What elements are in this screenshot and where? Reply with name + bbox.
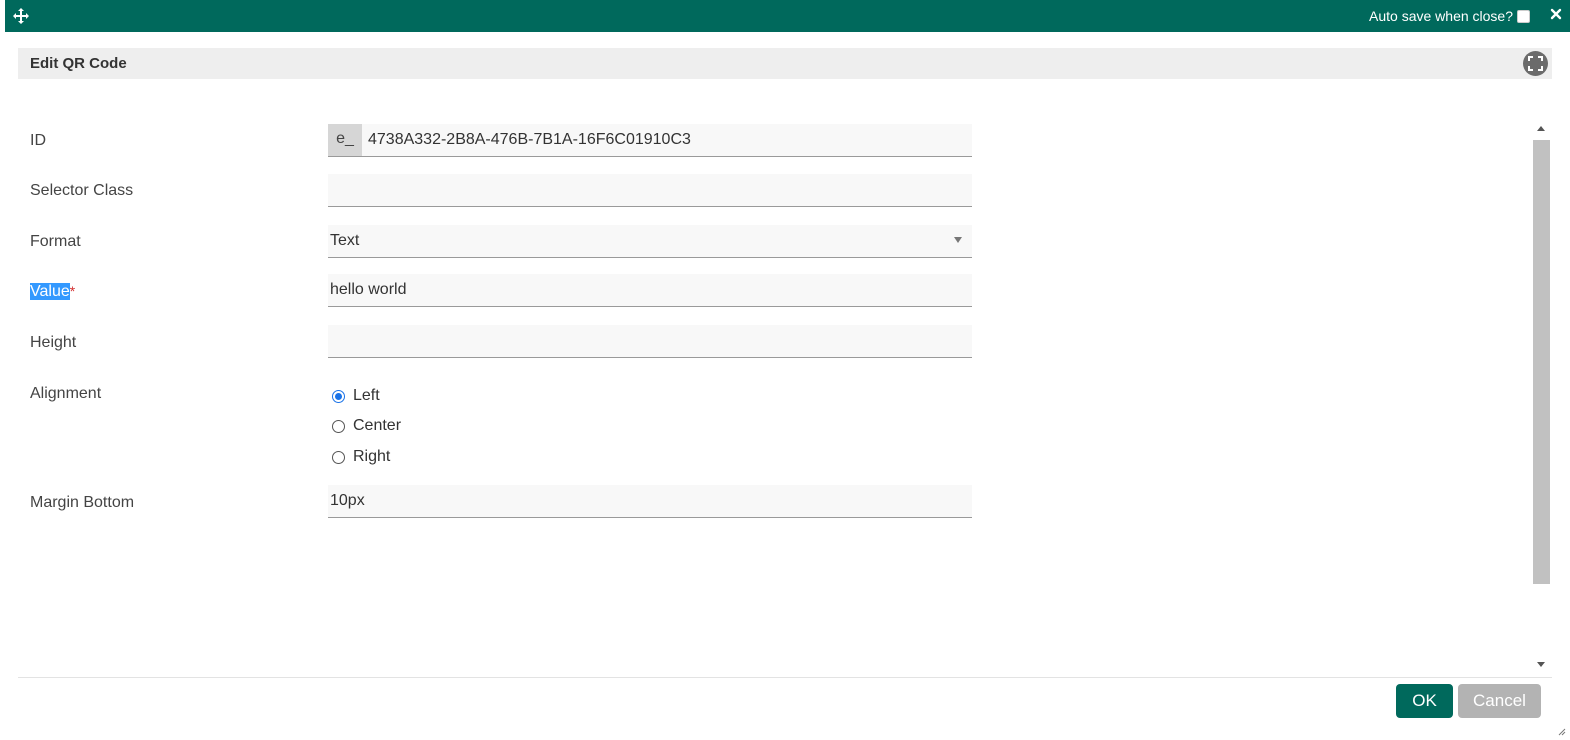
dialog-title: Edit QR Code: [30, 55, 127, 72]
height-input[interactable]: [328, 325, 972, 358]
scroll-thumb[interactable]: [1533, 140, 1550, 584]
radio-left[interactable]: [332, 389, 345, 403]
value-label-row: Value*: [30, 283, 75, 301]
margin-bottom-label: Margin Bottom: [30, 494, 135, 511]
value-input[interactable]: hello world: [328, 274, 972, 307]
format-selected-value: Text: [330, 232, 360, 249]
resize-grip-icon[interactable]: [1556, 726, 1566, 736]
required-marker: *: [69, 283, 76, 299]
radio-center[interactable]: [332, 419, 345, 433]
footer-divider: [18, 677, 1552, 678]
format-label: Format: [30, 233, 81, 250]
id-prefix: e_: [328, 124, 362, 156]
fullscreen-icon: [1528, 56, 1543, 71]
radio-right[interactable]: [332, 450, 345, 464]
ok-button[interactable]: OK: [1396, 684, 1453, 718]
close-icon[interactable]: [1548, 6, 1564, 22]
scroll-up-arrow-icon[interactable]: [1537, 126, 1545, 131]
autosave-label: Auto save when close?: [1369, 8, 1513, 24]
id-value: 4738A332-2B8A-476B-7B1A-16F6C01910C3: [368, 131, 691, 148]
move-arrows-icon[interactable]: [12, 7, 30, 25]
selector-class-label: Selector Class: [30, 182, 134, 199]
dropdown-arrow-icon: [954, 237, 962, 243]
alignment-option-center[interactable]: Center: [332, 417, 401, 435]
alignment-label: Alignment: [30, 385, 102, 402]
autosave-checkbox[interactable]: [1517, 9, 1530, 23]
fullscreen-button[interactable]: [1523, 51, 1548, 76]
height-label: Height: [30, 334, 77, 351]
alignment-option-right[interactable]: Right: [332, 448, 390, 466]
format-select[interactable]: Text: [328, 225, 972, 258]
value-label: Value: [30, 283, 70, 300]
form-scrollbar[interactable]: [1532, 118, 1551, 674]
margin-bottom-input[interactable]: 10px: [328, 485, 972, 518]
id-label: ID: [30, 132, 46, 149]
edit-qr-code-window: Auto save when close? Edit QR Code ID e_…: [0, 0, 1570, 740]
value-text: hello world: [330, 281, 407, 298]
alignment-left-label: Left: [353, 387, 380, 404]
scroll-down-arrow-icon[interactable]: [1537, 662, 1545, 667]
window-titlebar[interactable]: Auto save when close?: [5, 0, 1570, 32]
margin-bottom-value: 10px: [330, 492, 365, 509]
alignment-right-label: Right: [353, 448, 391, 465]
form-area: ID e_ 4738A332-2B8A-476B-7B1A-16F6C01910…: [18, 118, 1530, 674]
dialog-header: Edit QR Code: [18, 48, 1552, 79]
alignment-option-left[interactable]: Left: [332, 387, 380, 405]
id-field[interactable]: e_ 4738A332-2B8A-476B-7B1A-16F6C01910C3: [328, 124, 972, 157]
autosave-toggle[interactable]: Auto save when close?: [1369, 8, 1530, 24]
alignment-center-label: Center: [353, 417, 402, 434]
cancel-button[interactable]: Cancel: [1458, 684, 1541, 718]
selector-class-input[interactable]: [328, 174, 972, 207]
